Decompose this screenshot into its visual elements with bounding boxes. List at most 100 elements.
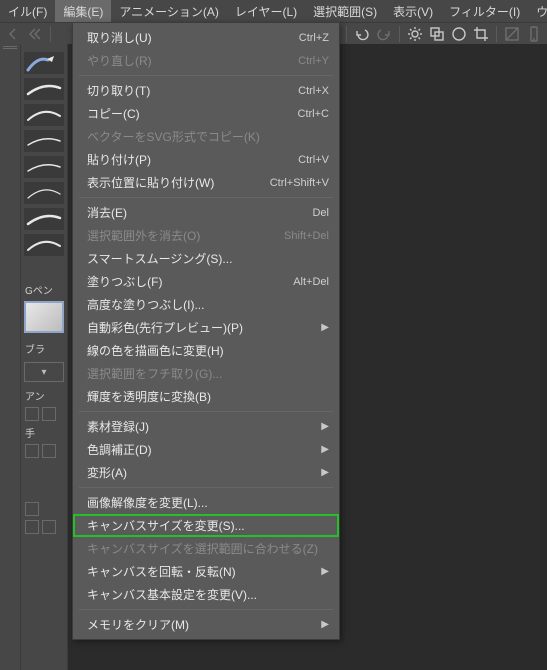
menu-item[interactable]: スマートスムージング(S)... (73, 247, 339, 270)
edit-menu-dropdown: 取り消し(U)Ctrl+Zやり直し(R)Ctrl+Y切り取り(T)Ctrl+Xコ… (72, 22, 340, 640)
crop-icon[interactable] (472, 25, 490, 43)
brush-mini-icon[interactable] (25, 520, 39, 534)
menu-item-shortcut: Ctrl+Y (298, 55, 329, 67)
menu-item[interactable]: 色調補正(D)▶ (73, 438, 339, 461)
menu-item[interactable]: キャンバス基本設定を変更(V)... (73, 583, 339, 606)
brush-preview-stroke-2[interactable] (24, 104, 64, 126)
menu-item[interactable]: 変形(A)▶ (73, 461, 339, 484)
menu-item[interactable]: 切り取り(T) Ctrl+X (73, 79, 339, 102)
menu-item-label: 素材登録(J) (87, 418, 319, 435)
menu-item[interactable]: 表示位置に貼り付け(W)Ctrl+Shift+V (73, 171, 339, 194)
brush-mini-icon[interactable] (25, 407, 39, 421)
chevron-left-icon[interactable] (4, 25, 22, 43)
menu-item-label: メモリをクリア(M) (87, 616, 319, 633)
chevron-right-icon: ▶ (319, 619, 329, 630)
menu-item-label: スマートスムージング(S)... (87, 250, 329, 267)
brush-preview-stroke-5[interactable] (24, 182, 64, 204)
sun-icon[interactable] (406, 25, 424, 43)
menu-layer[interactable]: レイヤー(L) (227, 0, 305, 22)
menu-item-label: 選択範囲をフチ取り(G)... (87, 365, 329, 382)
menu-view[interactable]: 表示(V) (385, 0, 441, 22)
menu-selection[interactable]: 選択範囲(S) (305, 0, 385, 22)
brush-icon-row (21, 405, 67, 423)
menu-item-label: 画像解像度を変更(L)... (87, 494, 329, 511)
menu-item-label: キャンバス基本設定を変更(V)... (87, 586, 329, 603)
menu-item[interactable]: メモリをクリア(M)▶ (73, 613, 339, 636)
menu-item[interactable]: 自動彩色(先行プレビュー)(P)▶ (73, 316, 339, 339)
toolbar-separator (399, 26, 400, 42)
brush-label-brush: ブラ (21, 339, 67, 358)
menu-window[interactable]: ウィンドウ (528, 0, 547, 22)
menu-item[interactable]: 貼り付け(P) Ctrl+V (73, 148, 339, 171)
menu-item-label: 線の色を描画色に変更(H) (87, 342, 329, 359)
redo-icon[interactable] (375, 25, 393, 43)
menu-item-shortcut: Ctrl+V (298, 154, 329, 166)
brush-preview-stroke-6[interactable] (24, 208, 64, 230)
menu-item-label: 選択範囲外を消去(O) (87, 227, 274, 244)
brush-icon-row (21, 518, 67, 536)
phone-icon[interactable] (525, 25, 543, 43)
brush-preview-pen[interactable] (24, 52, 64, 74)
menu-item-label: 取り消し(U) (87, 29, 289, 46)
menu-item-label: キャンバスサイズを選択範囲に合わせる(Z) (87, 540, 329, 557)
chevron-right-icon: ▶ (319, 467, 329, 478)
brush-thumbnail[interactable] (24, 301, 64, 333)
menu-item-label: 切り取り(T) (87, 82, 288, 99)
menu-separator (79, 487, 333, 488)
brush-icon-row (21, 500, 67, 518)
toolbar-separator (50, 26, 51, 42)
menu-item[interactable]: 素材登録(J)▶ (73, 415, 339, 438)
menu-separator (79, 411, 333, 412)
brush-icon-row (21, 442, 67, 460)
undo-icon[interactable] (353, 25, 371, 43)
menu-item-label: 表示位置に貼り付け(W) (87, 174, 260, 191)
menu-item-label: ベクターをSVG形式でコピー(K) (87, 128, 329, 145)
menu-item[interactable]: キャンバスを回転・反転(N)▶ (73, 560, 339, 583)
chevron-left-double-icon[interactable] (26, 25, 44, 43)
menu-animation[interactable]: アニメーション(A) (111, 0, 227, 22)
brush-mini-icon[interactable] (42, 520, 56, 534)
tool-strip (0, 44, 21, 670)
menu-item-shortcut: Ctrl+X (298, 85, 329, 97)
brush-mini-icon[interactable] (25, 502, 39, 516)
menu-filter[interactable]: フィルター(I) (441, 0, 528, 22)
brush-mini-icon[interactable] (25, 444, 39, 458)
menu-edit[interactable]: 編集(E) (55, 0, 111, 22)
brush-mini-icon[interactable] (42, 407, 56, 421)
menu-item: 選択範囲をフチ取り(G)... (73, 362, 339, 385)
menu-item[interactable]: コピー(C)Ctrl+C (73, 102, 339, 125)
menu-item: ベクターをSVG形式でコピー(K) (73, 125, 339, 148)
brush-panel: Gペン ブラ ▾ アン 手 (21, 44, 68, 670)
brush-mini-icon[interactable] (42, 444, 56, 458)
brush-preview-stroke-4[interactable] (24, 156, 64, 178)
menu-item[interactable]: 取り消し(U)Ctrl+Z (73, 26, 339, 49)
menu-item[interactable]: 輝度を透明度に変換(B) (73, 385, 339, 408)
brush-preview-stroke-7[interactable] (24, 234, 64, 256)
toolbar-separator (346, 26, 347, 42)
brush-preview-stroke-3[interactable] (24, 130, 64, 152)
menubar: イル(F) 編集(E) アニメーション(A) レイヤー(L) 選択範囲(S) 表… (0, 0, 547, 22)
rect-overlap-icon[interactable] (428, 25, 446, 43)
menu-item-shortcut: Del (312, 207, 329, 219)
menu-item-shortcut: Alt+Del (293, 276, 329, 288)
menu-item[interactable]: 消去(E)Del (73, 201, 339, 224)
menu-item-label: コピー(C) (87, 105, 288, 122)
brush-preview-stroke-1[interactable] (24, 78, 64, 100)
menu-separator (79, 609, 333, 610)
menu-item[interactable]: キャンバスサイズを変更(S)... (73, 514, 339, 537)
menu-file[interactable]: イル(F) (0, 0, 55, 22)
slash-rect-icon[interactable] (503, 25, 521, 43)
chevron-right-icon: ▶ (319, 444, 329, 455)
circle-icon[interactable] (450, 25, 468, 43)
menu-item[interactable]: 画像解像度を変更(L)... (73, 491, 339, 514)
menu-separator (79, 75, 333, 76)
menu-item[interactable]: 線の色を描画色に変更(H) (73, 339, 339, 362)
brush-label-gpen: Gペン (21, 280, 67, 299)
brush-label-anti: アン (21, 386, 67, 405)
menu-item-label: 貼り付け(P) (87, 151, 288, 168)
menu-item-label: 塗りつぶし(F) (87, 273, 283, 290)
menu-item[interactable]: 塗りつぶし(F) Alt+Del (73, 270, 339, 293)
panel-grip-icon[interactable] (3, 46, 17, 50)
menu-item[interactable]: 高度な塗りつぶし(I)... (73, 293, 339, 316)
brush-size-box[interactable]: ▾ (24, 362, 64, 382)
